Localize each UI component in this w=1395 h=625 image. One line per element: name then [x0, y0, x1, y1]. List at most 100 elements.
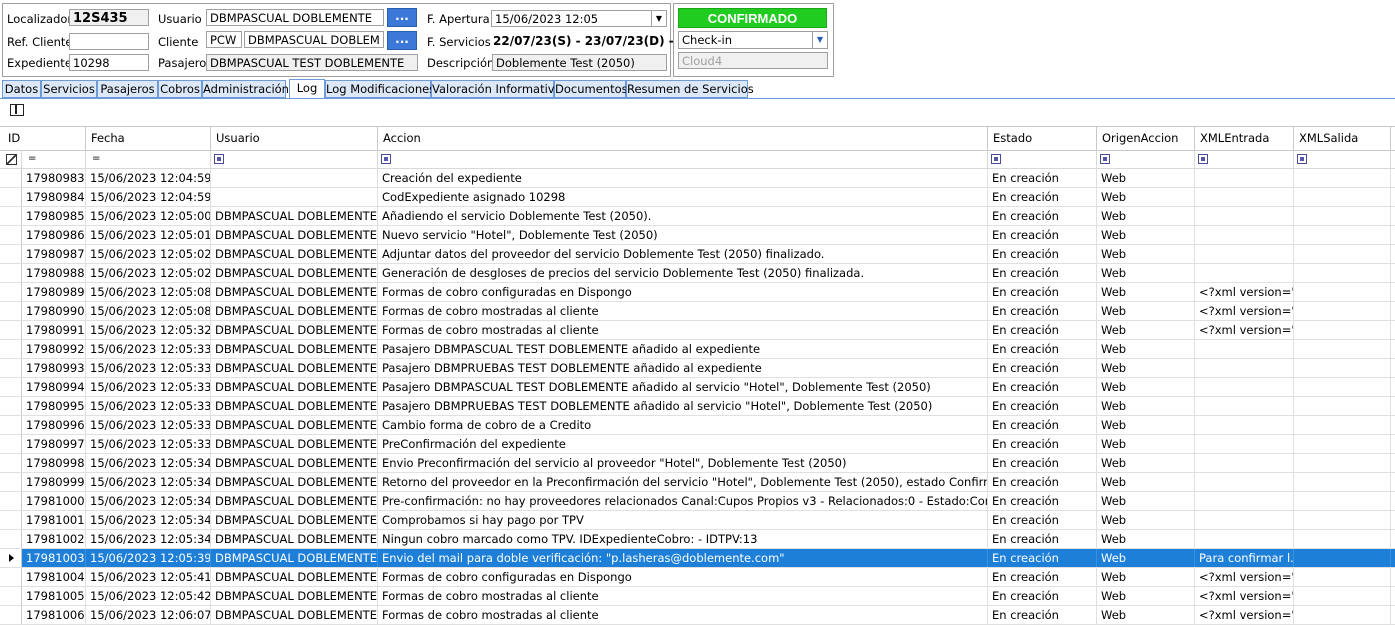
filter-origen[interactable]	[1097, 150, 1195, 168]
usuario-browse-button[interactable]: ...	[387, 8, 417, 27]
cell-origen[interactable]: Web	[1097, 264, 1195, 282]
cell-estado[interactable]: En creación	[988, 359, 1097, 377]
cliente-field[interactable]: DBMPASCUAL DOBLEM	[244, 31, 384, 48]
table-row[interactable]: 17981001 15/06/2023 12:05:34 DBMPASCUAL DO…	[0, 511, 1395, 530]
column-header-xmlentrada[interactable]: XMLEntrada	[1195, 127, 1294, 150]
filter-operator-icon[interactable]	[1100, 154, 1110, 164]
cell-xmlsalida[interactable]	[1294, 454, 1391, 472]
cell-id[interactable]: 17980983	[22, 169, 86, 187]
table-row[interactable]: 17980999 15/06/2023 12:05:34 DBMPASCUAL DO…	[0, 473, 1395, 492]
row-indicator[interactable]	[0, 169, 22, 187]
cell-fecha[interactable]: 15/06/2023 12:05:33	[86, 378, 211, 396]
cell-xmlsalida[interactable]	[1294, 245, 1391, 263]
table-row[interactable]: 17980989 15/06/2023 12:05:08 DBMPASCUAL DO…	[0, 283, 1395, 302]
cell-origen[interactable]: Web	[1097, 283, 1195, 301]
clear-filter-icon[interactable]	[6, 154, 17, 165]
cell-xmlsalida[interactable]	[1294, 359, 1391, 377]
cell-fecha[interactable]: 15/06/2023 12:05:33	[86, 340, 211, 358]
filter-operator-icon[interactable]	[381, 154, 391, 164]
cell-usuario[interactable]: DBMPASCUAL DOBLEMENTE	[211, 226, 378, 244]
cell-estado[interactable]: En creación	[988, 606, 1097, 624]
cell-accion[interactable]: Adjuntar datos del proveedor del servici…	[378, 245, 988, 263]
cell-usuario[interactable]: DBMPASCUAL DOBLEMENTE	[211, 530, 378, 548]
cell-accion[interactable]: Pasajero DBMPASCUAL TEST DOBLEMENTE añad…	[378, 340, 988, 358]
cell-id[interactable]: 17981004	[22, 568, 86, 586]
row-indicator[interactable]	[0, 473, 22, 491]
cell-xmlsalida[interactable]	[1294, 188, 1391, 206]
tab-log-modificaciones[interactable]: Log Modificaciones	[325, 80, 435, 98]
cell-id[interactable]: 17981001	[22, 511, 86, 529]
cell-xmlentrada[interactable]: <?xml version="...	[1195, 321, 1294, 339]
row-indicator[interactable]	[0, 245, 22, 263]
cell-accion[interactable]: Creación del expediente	[378, 169, 988, 187]
table-row[interactable]: 17980990 15/06/2023 12:05:08 DBMPASCUAL DO…	[0, 302, 1395, 321]
row-indicator[interactable]	[0, 587, 22, 605]
table-row[interactable]: 17980992 15/06/2023 12:05:33 DBMPASCUAL DO…	[0, 340, 1395, 359]
cell-fecha[interactable]: 15/06/2023 12:05:02	[86, 245, 211, 263]
row-indicator[interactable]	[0, 302, 22, 320]
ref-cliente-field[interactable]	[69, 33, 149, 50]
cell-origen[interactable]: Web	[1097, 568, 1195, 586]
cell-accion[interactable]: Formas de cobro configuradas en Dispongo	[378, 568, 988, 586]
table-row[interactable]: 17980986 15/06/2023 12:05:01 DBMPASCUAL DO…	[0, 226, 1395, 245]
cell-accion[interactable]: Ningun cobro marcado como TPV. IDExpedie…	[378, 530, 988, 548]
cell-estado[interactable]: En creación	[988, 283, 1097, 301]
cell-usuario[interactable]: DBMPASCUAL DOBLEMENTE	[211, 207, 378, 225]
cell-fecha[interactable]: 15/06/2023 12:05:41	[86, 568, 211, 586]
row-indicator[interactable]	[0, 378, 22, 396]
tab-log[interactable]: Log	[289, 79, 325, 99]
cell-xmlentrada[interactable]	[1195, 511, 1294, 529]
tab-valoracion-informativa[interactable]: Valoración Informativa	[431, 80, 562, 98]
cell-id[interactable]: 17980990	[22, 302, 86, 320]
cell-accion[interactable]: Cambio forma de cobro de a Credito	[378, 416, 988, 434]
cell-xmlentrada[interactable]	[1195, 397, 1294, 415]
cell-xmlsalida[interactable]	[1294, 435, 1391, 453]
cell-xmlsalida[interactable]	[1294, 378, 1391, 396]
localizador-field[interactable]: 12S435	[69, 9, 149, 26]
cell-origen[interactable]: Web	[1097, 321, 1195, 339]
table-row[interactable]: 17980987 15/06/2023 12:05:02 DBMPASCUAL DO…	[0, 245, 1395, 264]
cell-origen[interactable]: Web	[1097, 378, 1195, 396]
cell-accion[interactable]: Pasajero DBMPASCUAL TEST DOBLEMENTE añad…	[378, 378, 988, 396]
row-indicator[interactable]	[0, 416, 22, 434]
cell-accion[interactable]: Formas de cobro configuradas en Dispongo	[378, 283, 988, 301]
cell-accion[interactable]: Envio del mail para doble verificación: …	[378, 549, 988, 567]
cell-fecha[interactable]: 15/06/2023 12:05:01	[86, 226, 211, 244]
cell-xmlentrada[interactable]	[1195, 454, 1294, 472]
cell-estado[interactable]: En creación	[988, 416, 1097, 434]
cell-usuario[interactable]	[211, 188, 378, 206]
cell-usuario[interactable]: DBMPASCUAL DOBLEMENTE	[211, 321, 378, 339]
cell-id[interactable]: 17981005	[22, 587, 86, 605]
cell-xmlentrada[interactable]	[1195, 378, 1294, 396]
cell-accion[interactable]: Pre-confirmación: no hay proveedores rel…	[378, 492, 988, 510]
cell-origen[interactable]: Web	[1097, 435, 1195, 453]
column-header-accion[interactable]: Accion	[378, 127, 988, 150]
usuario-field[interactable]: DBMPASCUAL DOBLEMENTE	[206, 9, 384, 26]
cell-id[interactable]: 17980987	[22, 245, 86, 263]
dropdown-arrow-icon[interactable]: ▼	[812, 32, 827, 48]
cell-estado[interactable]: En creación	[988, 169, 1097, 187]
cell-estado[interactable]: En creación	[988, 397, 1097, 415]
filter-xmlentrada[interactable]	[1195, 150, 1294, 168]
row-indicator[interactable]	[0, 568, 22, 586]
cell-origen[interactable]: Web	[1097, 245, 1195, 263]
cell-origen[interactable]: Web	[1097, 511, 1195, 529]
cell-usuario[interactable]: DBMPASCUAL DOBLEMENTE	[211, 511, 378, 529]
cell-origen[interactable]: Web	[1097, 397, 1195, 415]
cell-xmlsalida[interactable]	[1294, 283, 1391, 301]
cell-xmlentrada[interactable]: <?xml version="...	[1195, 302, 1294, 320]
cell-xmlsalida[interactable]	[1294, 302, 1391, 320]
filter-accion[interactable]	[378, 150, 988, 168]
cell-usuario[interactable]: DBMPASCUAL DOBLEMENTE	[211, 568, 378, 586]
cell-id[interactable]: 17980998	[22, 454, 86, 472]
cell-xmlsalida[interactable]	[1294, 397, 1391, 415]
cell-id[interactable]: 17980986	[22, 226, 86, 244]
cell-fecha[interactable]: 15/06/2023 12:05:08	[86, 283, 211, 301]
cell-estado[interactable]: En creación	[988, 226, 1097, 244]
cell-estado[interactable]: En creación	[988, 473, 1097, 491]
table-row[interactable]: 17981003 15/06/2023 12:05:39 DBMPASCUAL DO…	[0, 549, 1395, 568]
row-indicator[interactable]	[0, 283, 22, 301]
expediente-field[interactable]: 10298	[69, 54, 149, 71]
cell-xmlsalida[interactable]	[1294, 169, 1391, 187]
cell-xmlentrada[interactable]	[1195, 340, 1294, 358]
